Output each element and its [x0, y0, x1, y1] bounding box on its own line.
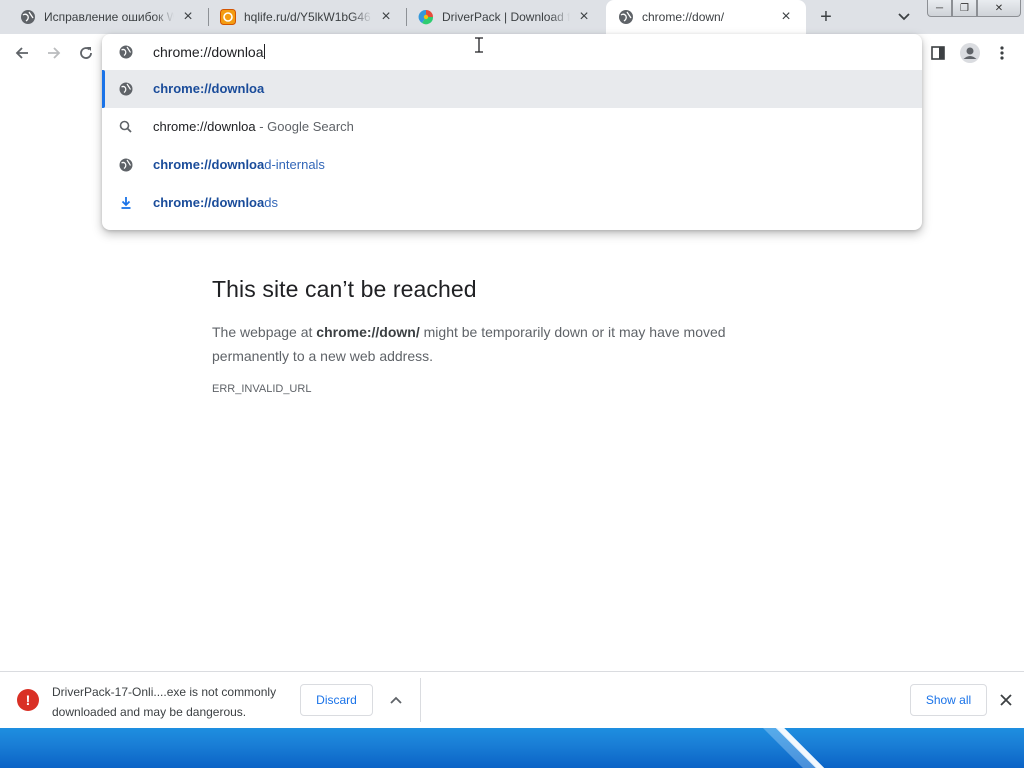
menu-button[interactable] [990, 41, 1014, 65]
suggestion-completion: ds [264, 195, 278, 210]
close-window-button[interactable]: ✕ [977, 0, 1021, 17]
hqlife-favicon-icon [220, 9, 236, 25]
back-arrow-icon [15, 47, 28, 59]
windows-taskbar [0, 728, 1024, 768]
show-all-button[interactable]: Show all [910, 684, 987, 716]
suggestion-text: chrome://downloads [153, 195, 278, 210]
globe-icon [119, 45, 133, 59]
suggestion-text: chrome://download-internals [153, 157, 325, 172]
search-icon [119, 120, 132, 133]
address-bar[interactable]: chrome://downloa [102, 34, 922, 70]
download-bar: ! DriverPack-17-Onli....exe is not commo… [0, 671, 1024, 728]
suggestion-item-0[interactable]: chrome://downloa [102, 70, 922, 108]
tab-0[interactable]: Исправление ошибок W × [8, 0, 208, 34]
suggestion-suffix: - Google Search [255, 119, 354, 134]
reload-icon [80, 47, 92, 59]
discard-button[interactable]: Discard [300, 684, 373, 716]
close-download-bar-button[interactable] [996, 690, 1016, 710]
suggestion-match: chrome://downloa [153, 195, 265, 210]
download-warning-line-1: DriverPack-17-Onli....exe is not commonl… [52, 685, 277, 699]
download-warning-line-2: downloaded and may be dangerous. [52, 705, 247, 719]
divider [420, 678, 421, 722]
error-description: The webpage at chrome://down/ might be t… [212, 320, 792, 368]
restore-button[interactable]: ❐ [952, 0, 977, 17]
chevron-up-icon [390, 696, 402, 704]
globe-icon [619, 10, 633, 24]
omnibox-popup: chrome://downloa chrome://downloa chrome… [102, 34, 922, 230]
tab-title: chrome://down/ [642, 10, 725, 24]
new-tab-button[interactable]: + [814, 5, 838, 29]
suggestion-match: chrome://downloa [153, 81, 265, 96]
back-button[interactable] [10, 41, 34, 65]
close-icon[interactable]: × [180, 8, 196, 25]
globe-icon [119, 158, 133, 172]
address-input[interactable]: chrome://downloa [153, 44, 265, 60]
tab-search-button[interactable] [894, 7, 914, 27]
error-body-prefix: The webpage at [212, 324, 317, 340]
suggestion-completion: d-internals [264, 157, 325, 172]
suggestion-item-2[interactable]: chrome://download-internals [102, 146, 922, 184]
close-icon[interactable]: × [378, 8, 394, 25]
globe-icon [119, 82, 133, 96]
text-cursor-icon [475, 37, 483, 53]
tab-strip: Исправление ошибок W × hqlife.ru/d/Y5lkW… [0, 0, 1024, 34]
close-icon[interactable]: × [576, 8, 592, 25]
globe-icon [21, 10, 35, 24]
tab-3-active[interactable]: chrome://down/ × [606, 0, 806, 34]
side-panel-button[interactable] [926, 41, 950, 65]
address-input-value: chrome://downloa [153, 44, 264, 60]
close-icon [1000, 694, 1012, 706]
tab-title: hqlife.ru/d/Y5lkW1bG46 [244, 10, 371, 24]
kebab-menu-icon [1000, 46, 1004, 60]
download-icon [121, 197, 131, 209]
driverpack-favicon-icon [418, 9, 434, 25]
close-icon[interactable]: × [778, 8, 794, 25]
chevron-down-icon [898, 13, 910, 21]
forward-arrow-icon [48, 47, 61, 59]
tab-1[interactable]: hqlife.ru/d/Y5lkW1bG46 × [208, 0, 406, 34]
download-options-button[interactable] [386, 692, 406, 708]
suggestion-item-3[interactable]: chrome://downloads [102, 184, 922, 222]
tab-title: Исправление ошибок W [44, 10, 174, 24]
minimize-button[interactable]: ─ [927, 0, 952, 17]
profile-button[interactable] [958, 41, 982, 65]
error-code: ERR_INVALID_URL [212, 383, 312, 395]
suggestion-query: chrome://downloa [153, 119, 256, 134]
window-controls: ─ ❐ ✕ [927, 0, 1021, 18]
suggestion-text: chrome://downloa [153, 81, 264, 96]
suggestion-item-1[interactable]: chrome://downloa - Google Search [102, 108, 922, 146]
wallpaper-light-streak-icon [762, 728, 825, 768]
download-warning-text: DriverPack-17-Onli....exe is not commonl… [52, 682, 297, 722]
forward-button[interactable] [42, 41, 66, 65]
warning-icon: ! [17, 689, 39, 711]
error-url: chrome://down/ [316, 324, 420, 340]
profile-avatar-icon [960, 43, 980, 63]
error-title: This site can’t be reached [212, 276, 477, 302]
reload-button[interactable] [74, 41, 98, 65]
text-caret [263, 44, 265, 59]
side-panel-icon [931, 46, 945, 60]
suggestion-match: chrome://downloa [153, 157, 265, 172]
tab-2[interactable]: DriverPack | Download fr × [406, 0, 604, 34]
tab-title: DriverPack | Download fr [442, 10, 570, 24]
suggestion-text: chrome://downloa - Google Search [153, 119, 354, 134]
